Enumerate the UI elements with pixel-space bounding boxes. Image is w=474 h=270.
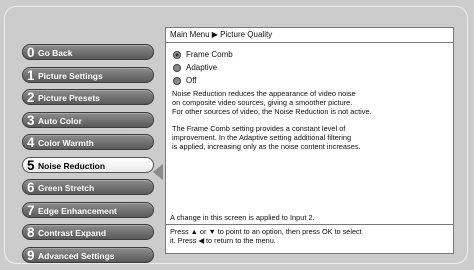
menu-item-label: Picture Presets <box>38 93 100 103</box>
menu-item-picture-settings[interactable]: 1 Picture Settings <box>22 66 154 83</box>
menu-item-noise-reduction[interactable]: 5 Noise Reduction <box>22 156 154 173</box>
option-frame-comb[interactable]: Frame Comb <box>173 48 453 61</box>
menu-item-number: 4 <box>27 135 35 150</box>
option-label: Off <box>186 76 197 85</box>
settings-panel: Main Menu ▶ Picture Quality Frame Comb A… <box>165 27 454 254</box>
menu-item-label: Noise Reduction <box>38 160 106 171</box>
radio-selected-icon <box>173 50 181 59</box>
menu-item-label: Contrast Expand <box>38 228 107 238</box>
option-list: Frame Comb Adaptive Off <box>166 43 453 87</box>
description-paragraph: Noise Reduction reduces the appearance o… <box>172 89 372 116</box>
option-label: Adaptive <box>186 63 218 72</box>
menu-item-label: Advanced Settings <box>38 250 115 261</box>
menu-item-picture-presets[interactable]: 2 Picture Presets <box>22 89 154 105</box>
menu-item-green-stretch[interactable]: 6 Green Stretch <box>22 179 154 195</box>
description: Noise Reduction reduces the appearance o… <box>166 87 453 151</box>
menu-item-number: 6 <box>27 180 35 195</box>
menu-item-number: 3 <box>27 112 35 128</box>
tv-menu-screen: 0 Go Back 1 Picture Settings 2 Picture Pres… <box>0 0 474 270</box>
menu-item-number: 5 <box>27 157 35 173</box>
menu-item-contrast-expand[interactable]: 8 Contrast Expand <box>22 224 154 240</box>
menu-item-label: Edge Enhancement <box>38 205 117 216</box>
menu-item-color-warmth[interactable]: 4 Color Warmth <box>22 134 154 150</box>
menu-item-number: 8 <box>27 225 35 240</box>
radio-icon <box>173 76 181 85</box>
option-off[interactable]: Off <box>173 74 453 87</box>
help-text-content: Press ▲ or ▼ to point to an option, then… <box>170 227 362 245</box>
menu-item-edge-enhancement[interactable]: 7 Edge Enhancement <box>22 201 154 218</box>
option-adaptive[interactable]: Adaptive <box>173 61 453 74</box>
menu-item-number: 9 <box>27 247 35 263</box>
menu-item-label: Picture Settings <box>38 70 103 81</box>
menu-item-auto-color[interactable]: 3 Auto Color <box>22 111 154 128</box>
menu-item-label: Green Stretch <box>38 183 95 193</box>
menu-item-go-back[interactable]: 0 Go Back <box>22 44 154 60</box>
breadcrumb: Main Menu ▶ Picture Quality <box>166 28 453 43</box>
menu-item-number: 0 <box>27 45 35 60</box>
menu-item-label: Color Warmth <box>38 138 94 148</box>
menu-item-label: Auto Color <box>38 115 82 126</box>
option-label: Frame Comb <box>186 50 233 59</box>
radio-icon <box>173 63 181 72</box>
menu-item-number: 7 <box>27 202 35 218</box>
main-menu: 0 Go Back 1 Picture Settings 2 Picture Pres… <box>22 44 154 269</box>
menu-item-number: 2 <box>27 90 35 105</box>
input-notice: A change in this screen is applied to In… <box>170 213 315 222</box>
help-text: Press ▲ or ▼ to point to an option, then… <box>166 224 453 253</box>
description-paragraph: The Frame Comb setting provides a consta… <box>172 124 361 151</box>
menu-item-label: Go Back <box>38 48 73 58</box>
menu-item-advanced-settings[interactable]: 9 Advanced Settings <box>22 246 154 263</box>
selection-pointer-icon <box>153 164 163 180</box>
menu-item-number: 1 <box>27 67 35 83</box>
